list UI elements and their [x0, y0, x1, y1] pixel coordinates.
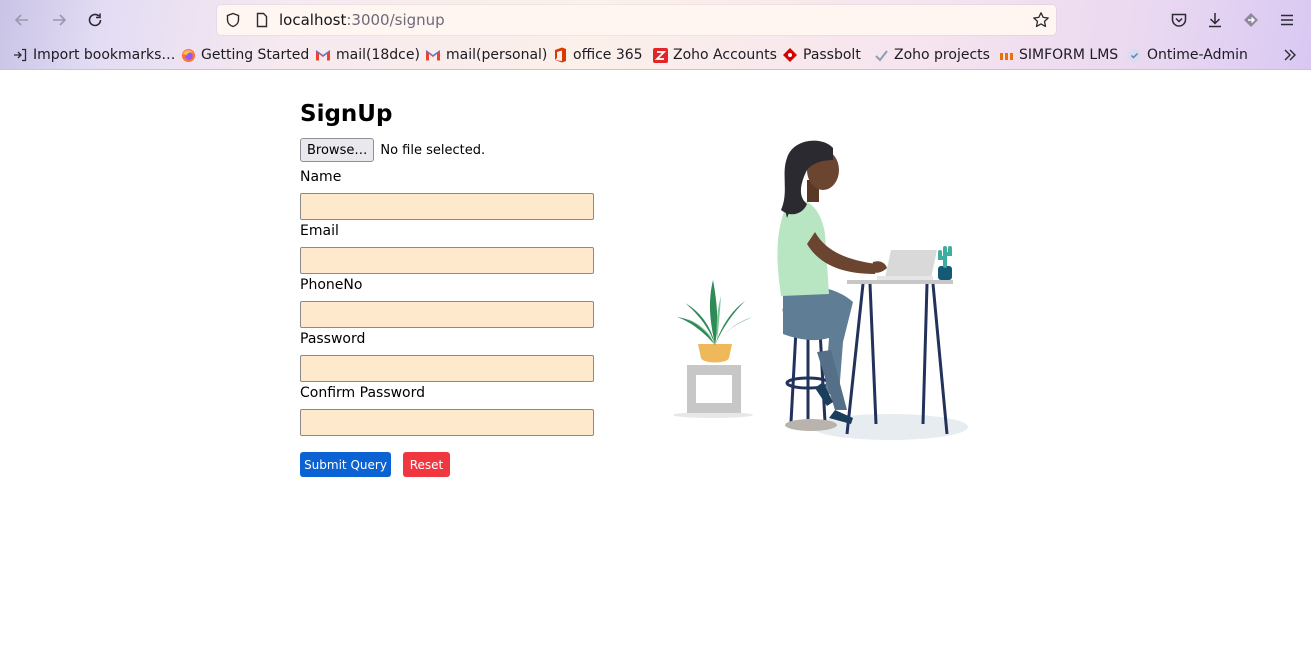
more-bookmarks-button[interactable]	[1282, 45, 1303, 65]
browse-button[interactable]: Browse…	[300, 138, 375, 162]
bookmark-import[interactable]: Import bookmarks…	[12, 45, 175, 65]
bookmark-label: Zoho Accounts	[673, 47, 777, 63]
bookmark-star-icon[interactable]	[1032, 11, 1050, 34]
bookmark-ontime-admin[interactable]: Ontime-Admin	[1126, 45, 1248, 65]
app-menu-button[interactable]	[1275, 8, 1299, 32]
bookmark-office-365[interactable]: office 365	[552, 45, 643, 65]
reset-button[interactable]: Reset	[403, 452, 450, 477]
ontime-icon	[1126, 47, 1142, 63]
reload-icon	[88, 13, 102, 27]
address-bar[interactable]: localhost:3000/signup	[217, 5, 1056, 35]
woman-at-laptop-illustration	[673, 140, 968, 440]
url-host: localhost	[279, 11, 347, 29]
reload-button[interactable]	[83, 8, 107, 32]
url-path: :3000/signup	[346, 11, 445, 29]
downloads-button[interactable]	[1203, 8, 1227, 32]
bookmark-mail-personal[interactable]: mail(personal)	[425, 45, 547, 65]
email-input[interactable]	[300, 247, 594, 274]
shield-icon[interactable]	[225, 12, 241, 33]
confirm-password-input[interactable]	[300, 409, 594, 436]
name-label: Name	[300, 169, 342, 185]
bookmark-simform-lms[interactable]: SIMFORM LMS	[998, 45, 1118, 65]
bookmark-label: Passbolt	[803, 47, 861, 63]
office-icon	[552, 47, 568, 63]
bookmark-zoho-accounts[interactable]: Zoho Accounts	[652, 45, 777, 65]
email-label: Email	[300, 223, 339, 239]
file-input[interactable]: Browse… No file selected.	[300, 138, 485, 162]
gmail-icon	[425, 47, 441, 63]
bookmark-label: office 365	[573, 47, 643, 63]
chevron-double-right-icon	[1282, 47, 1298, 63]
browser-toolbar: localhost:3000/signup Import bookmarks… …	[0, 0, 1311, 70]
simform-icon	[998, 47, 1014, 63]
extension-icon	[1244, 13, 1258, 27]
zoho-icon	[652, 47, 668, 63]
bookmark-label: mail(personal)	[446, 47, 548, 63]
phone-label: PhoneNo	[300, 277, 363, 293]
forward-button[interactable]	[47, 8, 71, 32]
file-status: No file selected.	[380, 142, 486, 158]
phone-input[interactable]	[300, 301, 594, 328]
name-input[interactable]	[300, 193, 594, 220]
password-label: Password	[300, 331, 366, 347]
page-icon[interactable]	[254, 12, 270, 33]
back-button[interactable]	[10, 8, 34, 32]
bookmarks-toolbar: Import bookmarks… Getting Started mail(1…	[0, 43, 1311, 67]
firefox-icon	[180, 47, 196, 63]
bookmark-label: Getting Started	[201, 47, 310, 63]
bookmark-mail-18dce[interactable]: mail(18dce)	[315, 45, 420, 65]
back-arrow-icon	[14, 14, 28, 26]
extensions-button[interactable]	[1239, 8, 1263, 32]
bookmark-label: SIMFORM LMS	[1019, 47, 1119, 63]
forward-arrow-icon	[53, 14, 67, 26]
gmail-icon	[315, 47, 331, 63]
pocket-icon	[1171, 13, 1187, 27]
url-text[interactable]: localhost:3000/signup	[279, 12, 445, 28]
import-icon	[12, 47, 28, 63]
bookmark-label: Ontime-Admin	[1147, 47, 1248, 63]
confirm-password-label: Confirm Password	[300, 385, 426, 401]
bookmark-zoho-projects[interactable]: Zoho projects	[873, 45, 990, 65]
bookmark-label: Zoho projects	[894, 47, 990, 63]
page-title: SignUp	[300, 101, 393, 127]
pocket-button[interactable]	[1167, 8, 1191, 32]
hamburger-menu-icon	[1281, 14, 1293, 26]
download-icon	[1209, 13, 1221, 28]
bookmark-label: mail(18dce)	[336, 47, 420, 63]
password-input[interactable]	[300, 355, 594, 382]
passbolt-icon	[782, 47, 798, 63]
bookmark-passbolt[interactable]: Passbolt	[782, 45, 861, 65]
zoho-projects-icon	[873, 47, 889, 63]
submit-button[interactable]: Submit Query	[300, 452, 391, 477]
bookmark-getting-started[interactable]: Getting Started	[180, 45, 309, 65]
bookmark-label: Import bookmarks…	[33, 47, 176, 63]
